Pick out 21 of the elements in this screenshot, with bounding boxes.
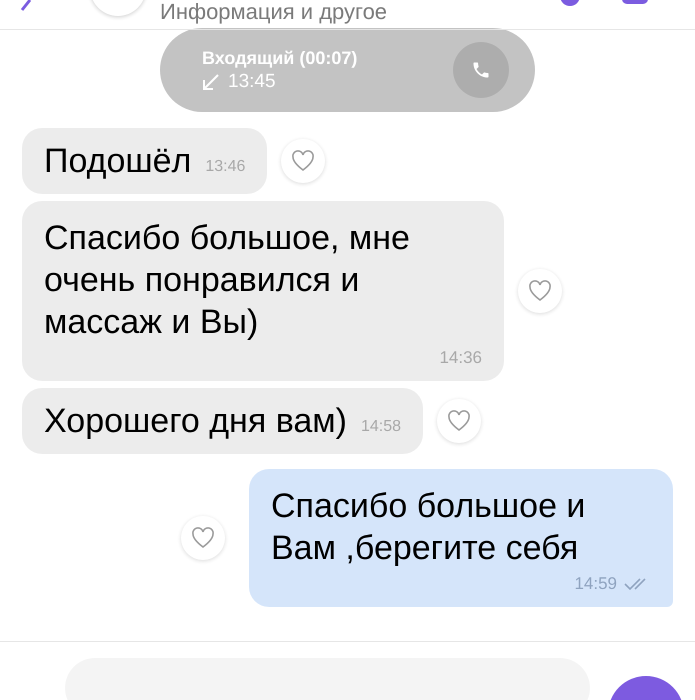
message-text: Подошёл (44, 141, 192, 182)
message-time: 14:59 (574, 573, 617, 595)
message-text: Спасибо большое, мне очень понравился и массаж и Вы) (44, 218, 411, 343)
incoming-arrow-icon (202, 73, 220, 91)
call-time: 13:45 (228, 70, 276, 94)
call-label: Входящий (00:07) (202, 47, 358, 70)
like-button[interactable] (437, 399, 482, 443)
message-text: Спасибо большое и Вам ,берегите себя (271, 486, 586, 569)
heart-icon (447, 410, 472, 432)
like-button[interactable] (181, 516, 225, 560)
phone-icon (471, 60, 491, 80)
like-button[interactable] (518, 269, 562, 313)
message-text: Хорошего дня вам) (44, 401, 347, 442)
heart-icon (528, 280, 552, 302)
message-time: 13:46 (205, 157, 246, 177)
heart-icon (191, 527, 215, 549)
chat-subtitle: Информация и другое (160, 0, 388, 25)
message-time: 14:36 (439, 347, 482, 369)
message-time: 14:58 (360, 417, 402, 437)
like-button[interactable] (281, 139, 326, 183)
heart-icon (291, 150, 316, 172)
